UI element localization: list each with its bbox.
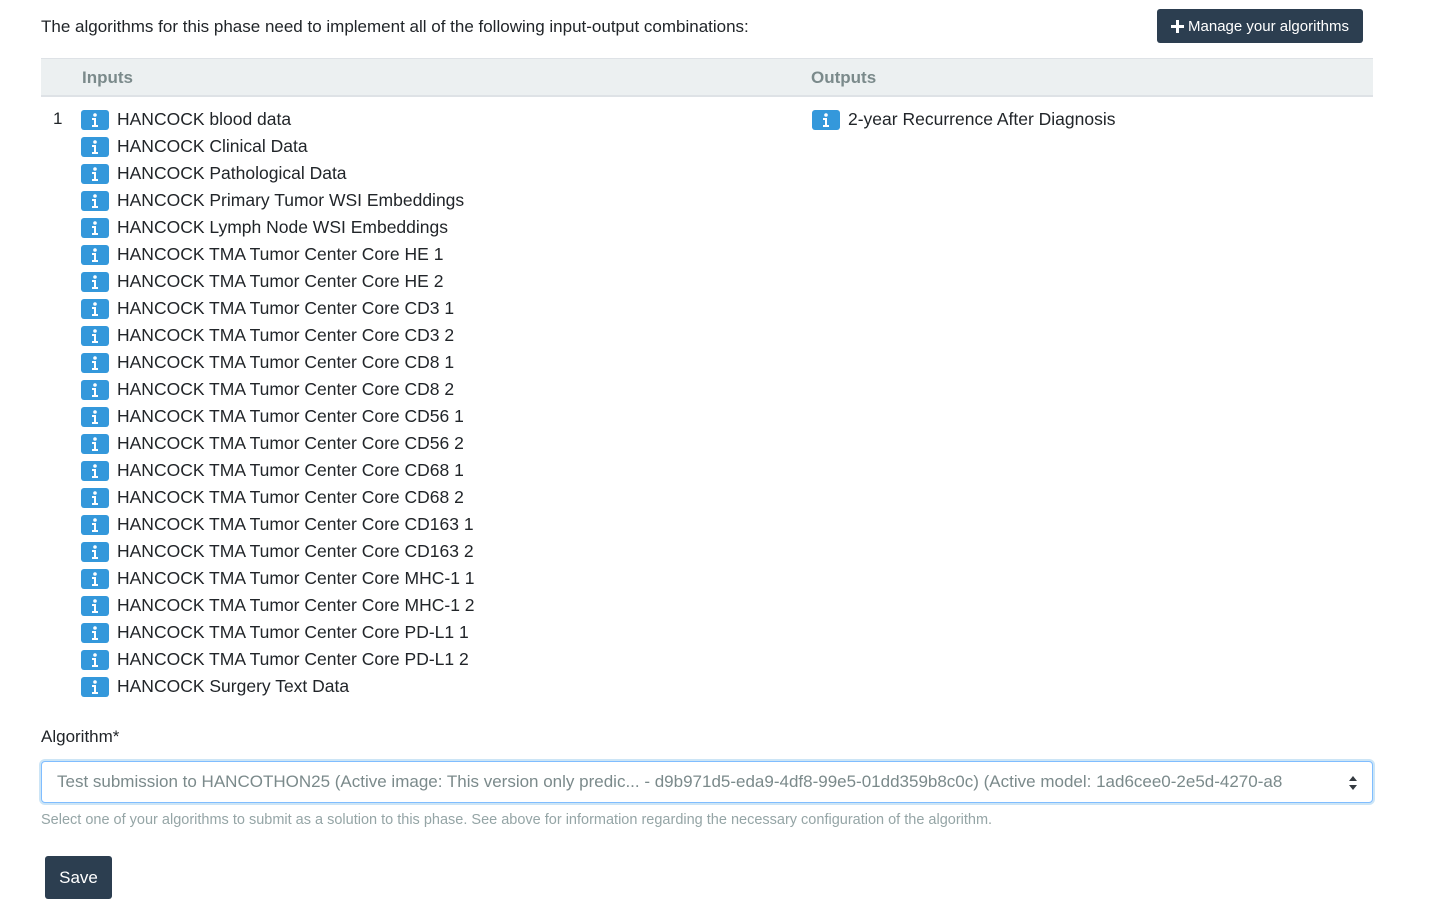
info-icon[interactable]: [81, 217, 109, 238]
info-icon[interactable]: [81, 379, 109, 400]
input-item-label: HANCOCK TMA Tumor Center Core PD-L1 1: [117, 622, 469, 642]
input-item-label: HANCOCK TMA Tumor Center Core CD8 2: [117, 379, 455, 399]
outputs-header: Outputs: [811, 68, 877, 87]
inputs-list: HANCOCK blood data HANCOCK Clinical Data H…: [81, 106, 475, 700]
input-item-label: HANCOCK TMA Tumor Center Core CD163 2: [117, 541, 474, 561]
info-icon[interactable]: [81, 595, 109, 616]
input-item: HANCOCK TMA Tumor Center Core CD56 2: [81, 430, 475, 457]
info-icon[interactable]: [81, 109, 109, 130]
output-item: 2-year Recurrence After Diagnosis: [812, 106, 1115, 133]
input-item: HANCOCK TMA Tumor Center Core CD68 2: [81, 484, 475, 511]
table-header: Inputs Outputs: [41, 58, 1373, 97]
algorithm-label: Algorithm*: [41, 727, 120, 746]
input-item-label: HANCOCK Lymph Node WSI Embeddings: [117, 217, 449, 237]
input-item-label: HANCOCK Primary Tumor WSI Embeddings: [117, 190, 465, 210]
input-item: HANCOCK TMA Tumor Center Core CD163 1: [81, 511, 475, 538]
info-icon[interactable]: [81, 298, 109, 319]
input-item: HANCOCK TMA Tumor Center Core MHC-1 1: [81, 565, 475, 592]
input-item: HANCOCK TMA Tumor Center Core CD3 1: [81, 295, 475, 322]
algorithm-help-text: Select one of your algorithms to submit …: [41, 812, 993, 828]
sort-arrows-icon: [1349, 776, 1357, 790]
info-icon[interactable]: [81, 541, 109, 562]
input-item-label: HANCOCK TMA Tumor Center Core CD68 2: [117, 487, 464, 507]
input-item: HANCOCK TMA Tumor Center Core CD163 2: [81, 538, 475, 565]
info-icon[interactable]: [81, 514, 109, 535]
algorithm-selected-value: Test submission to HANCOTHON25 (Active i…: [57, 772, 1283, 791]
input-item: HANCOCK TMA Tumor Center Core MHC-1 2: [81, 592, 475, 619]
row-number: 1: [53, 109, 63, 128]
info-icon[interactable]: [81, 433, 109, 454]
input-item-label: HANCOCK TMA Tumor Center Core CD8 1: [117, 352, 455, 372]
input-item-label: HANCOCK TMA Tumor Center Core CD163 1: [117, 514, 474, 534]
input-item: HANCOCK TMA Tumor Center Core PD-L1 1: [81, 619, 475, 646]
info-icon[interactable]: [81, 568, 109, 589]
input-item-label: HANCOCK TMA Tumor Center Core HE 1: [117, 244, 444, 264]
input-item: HANCOCK blood data: [81, 106, 475, 133]
input-item: HANCOCK Clinical Data: [81, 133, 475, 160]
info-icon[interactable]: [81, 622, 109, 643]
input-item: HANCOCK Lymph Node WSI Embeddings: [81, 214, 475, 241]
info-icon[interactable]: [81, 244, 109, 265]
info-icon[interactable]: [81, 460, 109, 481]
input-item: HANCOCK TMA Tumor Center Core HE 2: [81, 268, 475, 295]
info-icon[interactable]: [81, 136, 109, 157]
input-item-label: HANCOCK TMA Tumor Center Core CD56 1: [117, 406, 464, 426]
input-item-label: HANCOCK Clinical Data: [117, 136, 308, 156]
inputs-header: Inputs: [82, 68, 133, 87]
input-item-label: HANCOCK Pathological Data: [117, 163, 347, 183]
info-icon[interactable]: [812, 109, 840, 130]
phase-intro-text: The algorithms for this phase need to im…: [41, 17, 749, 36]
input-item: HANCOCK TMA Tumor Center Core PD-L1 2: [81, 646, 475, 673]
input-item: HANCOCK TMA Tumor Center Core CD3 2: [81, 322, 475, 349]
info-icon[interactable]: [81, 352, 109, 373]
info-icon[interactable]: [81, 676, 109, 697]
input-item-label: HANCOCK TMA Tumor Center Core HE 2: [117, 271, 444, 291]
input-output-table: Inputs Outputs: [41, 58, 1373, 97]
input-item: HANCOCK Primary Tumor WSI Embeddings: [81, 187, 475, 214]
input-item: HANCOCK TMA Tumor Center Core CD8 1: [81, 349, 475, 376]
info-icon[interactable]: [81, 406, 109, 427]
output-item-label: 2-year Recurrence After Diagnosis: [848, 109, 1116, 129]
manage-algorithms-label: Manage your algorithms: [1188, 17, 1349, 35]
input-item: HANCOCK Pathological Data: [81, 160, 475, 187]
save-button[interactable]: Save: [45, 856, 112, 899]
info-icon[interactable]: [81, 271, 109, 292]
input-item-label: HANCOCK TMA Tumor Center Core CD68 1: [117, 460, 464, 480]
input-item-label: HANCOCK TMA Tumor Center Core CD3 1: [117, 298, 455, 318]
algorithm-select[interactable]: Test submission to HANCOTHON25 (Active i…: [41, 761, 1373, 803]
info-icon[interactable]: [81, 325, 109, 346]
input-item: HANCOCK TMA Tumor Center Core HE 1: [81, 241, 475, 268]
outputs-list: 2-year Recurrence After Diagnosis: [812, 106, 1115, 133]
input-item-label: HANCOCK TMA Tumor Center Core MHC-1 2: [117, 595, 475, 615]
input-item: HANCOCK TMA Tumor Center Core CD68 1: [81, 457, 475, 484]
input-item: HANCOCK TMA Tumor Center Core CD56 1: [81, 403, 475, 430]
info-icon[interactable]: [81, 649, 109, 670]
input-item-label: HANCOCK TMA Tumor Center Core CD56 2: [117, 433, 464, 453]
input-item-label: HANCOCK TMA Tumor Center Core MHC-1 1: [117, 568, 475, 588]
input-item: HANCOCK TMA Tumor Center Core CD8 2: [81, 376, 475, 403]
info-icon[interactable]: [81, 190, 109, 211]
info-icon[interactable]: [81, 163, 109, 184]
input-item: HANCOCK Surgery Text Data: [81, 673, 475, 700]
info-icon[interactable]: [81, 487, 109, 508]
plus-icon: [1171, 19, 1185, 33]
manage-algorithms-button[interactable]: Manage your algorithms: [1157, 9, 1363, 43]
input-item-label: HANCOCK TMA Tumor Center Core CD3 2: [117, 325, 455, 345]
input-item-label: HANCOCK blood data: [117, 109, 292, 129]
input-item-label: HANCOCK TMA Tumor Center Core PD-L1 2: [117, 649, 469, 669]
input-item-label: HANCOCK Surgery Text Data: [117, 676, 350, 696]
